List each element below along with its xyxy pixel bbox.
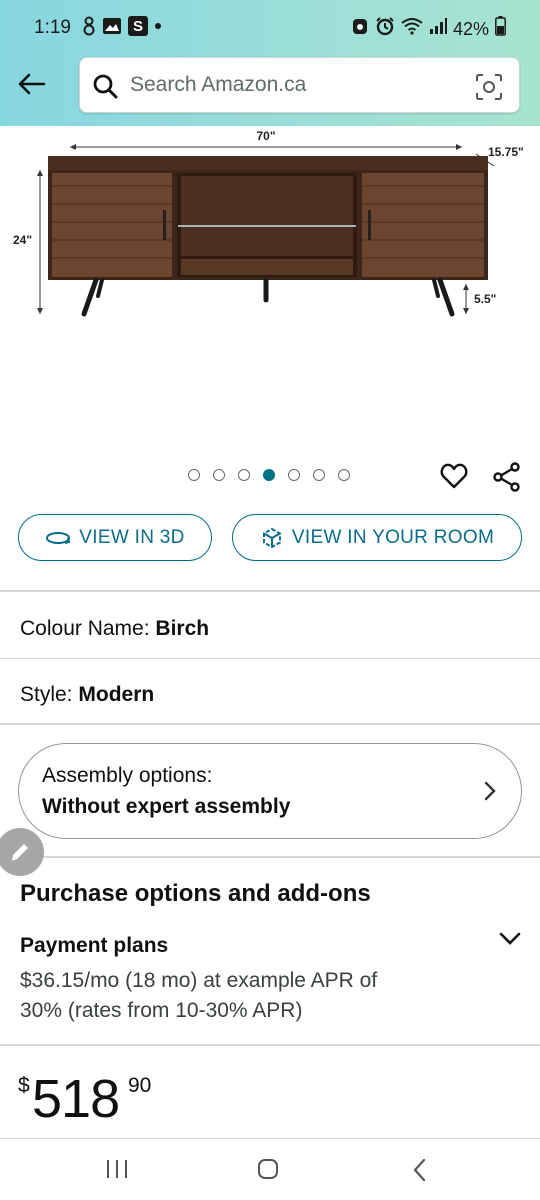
view-in-3d-button[interactable]: VIEW IN 3D (18, 514, 212, 561)
divider (0, 590, 540, 592)
home-icon[interactable] (257, 1157, 279, 1181)
dim-leg: 5.5" (474, 292, 496, 306)
carousel-dot[interactable] (238, 469, 250, 481)
edit-floating-button[interactable] (0, 828, 44, 876)
back-button[interactable] (14, 66, 50, 102)
app-header: 1:19 S 42% Search Amazon.ca (0, 0, 540, 126)
share-icon[interactable] (493, 462, 521, 492)
colour-name-label: Colour Name: (20, 617, 150, 640)
system-nav-bar (0, 1140, 540, 1200)
status-time: 1:19 (34, 17, 71, 38)
view-in-your-room-button[interactable]: VIEW IN YOUR ROOM (232, 514, 522, 561)
ar-cube-icon (262, 527, 281, 548)
person-icon (82, 16, 96, 36)
pencil-icon (11, 844, 28, 861)
s-app-icon: S (128, 16, 148, 36)
carousel-dot[interactable] (188, 469, 200, 481)
colour-name-value: Birch (155, 617, 210, 640)
purchase-options-title: Purchase options and add-ons (20, 880, 371, 907)
battery-percent: 42% (452, 18, 489, 39)
carousel-dot[interactable] (288, 469, 300, 481)
divider (0, 658, 540, 659)
carousel-dot-active[interactable] (263, 469, 275, 481)
divider (0, 1138, 540, 1139)
dim-height: 24" (13, 233, 32, 247)
price-currency: $ (18, 1074, 30, 1097)
search-bar[interactable]: Search Amazon.ca (79, 57, 520, 113)
heart-icon[interactable] (440, 462, 468, 490)
assembly-options-value: Without expert assembly (42, 795, 291, 818)
back-nav-icon[interactable] (410, 1157, 428, 1183)
chevron-right-icon (484, 781, 496, 801)
camera-scan-icon[interactable] (475, 73, 503, 101)
chevron-down-icon[interactable] (498, 930, 522, 948)
colour-name-row[interactable]: Colour Name: Birch (20, 617, 209, 641)
recent-apps-icon[interactable] (105, 1158, 129, 1180)
price-fraction: 90 (128, 1074, 152, 1097)
carousel-dot[interactable] (313, 469, 325, 481)
search-input[interactable]: Search Amazon.ca (130, 73, 306, 97)
tv-stand-illustration: 70" 15.75" 24" 5.5" (13, 129, 524, 317)
signal-icon (429, 17, 447, 41)
view-in-your-room-label: VIEW IN YOUR ROOM (291, 526, 495, 548)
price-whole: 518 (32, 1069, 120, 1129)
product-image[interactable]: 70" 15.75" 24" 5.5" (0, 126, 540, 456)
assembly-options-label: Assembly options: (42, 764, 213, 787)
arrow-left-icon (18, 73, 46, 95)
style-label: Style: (20, 683, 73, 706)
carousel-dot[interactable] (213, 469, 225, 481)
svg-text:S: S (133, 18, 143, 35)
alarm-icon (375, 16, 395, 42)
dot-icon (154, 16, 162, 36)
status-right-icons: 42% (351, 16, 506, 42)
image-icon (102, 16, 122, 36)
alarm-clock-icon (351, 16, 369, 42)
status-left-icons: S (82, 16, 162, 36)
assembly-options-button[interactable]: Assembly options: Without expert assembl… (18, 743, 522, 839)
divider (0, 856, 540, 858)
search-icon[interactable] (92, 73, 118, 99)
view-in-3d-label: VIEW IN 3D (79, 526, 185, 548)
dim-width: 70" (256, 129, 275, 143)
divider (0, 723, 540, 725)
battery-icon (495, 16, 506, 42)
status-bar: 1:19 S 42% (0, 0, 540, 56)
rotate-3d-icon (46, 531, 71, 544)
style-value: Modern (78, 683, 155, 706)
image-carousel-dots[interactable] (188, 469, 350, 481)
carousel-dot[interactable] (338, 469, 350, 481)
dim-depth: 15.75" (488, 145, 524, 159)
style-row[interactable]: Style: Modern (20, 683, 154, 707)
wifi-icon (401, 17, 423, 41)
divider (0, 1044, 540, 1046)
payment-plans-title[interactable]: Payment plans (20, 934, 168, 958)
payment-plans-text: $36.15/mo (18 mo) at example APR of 30% … (20, 969, 378, 1022)
